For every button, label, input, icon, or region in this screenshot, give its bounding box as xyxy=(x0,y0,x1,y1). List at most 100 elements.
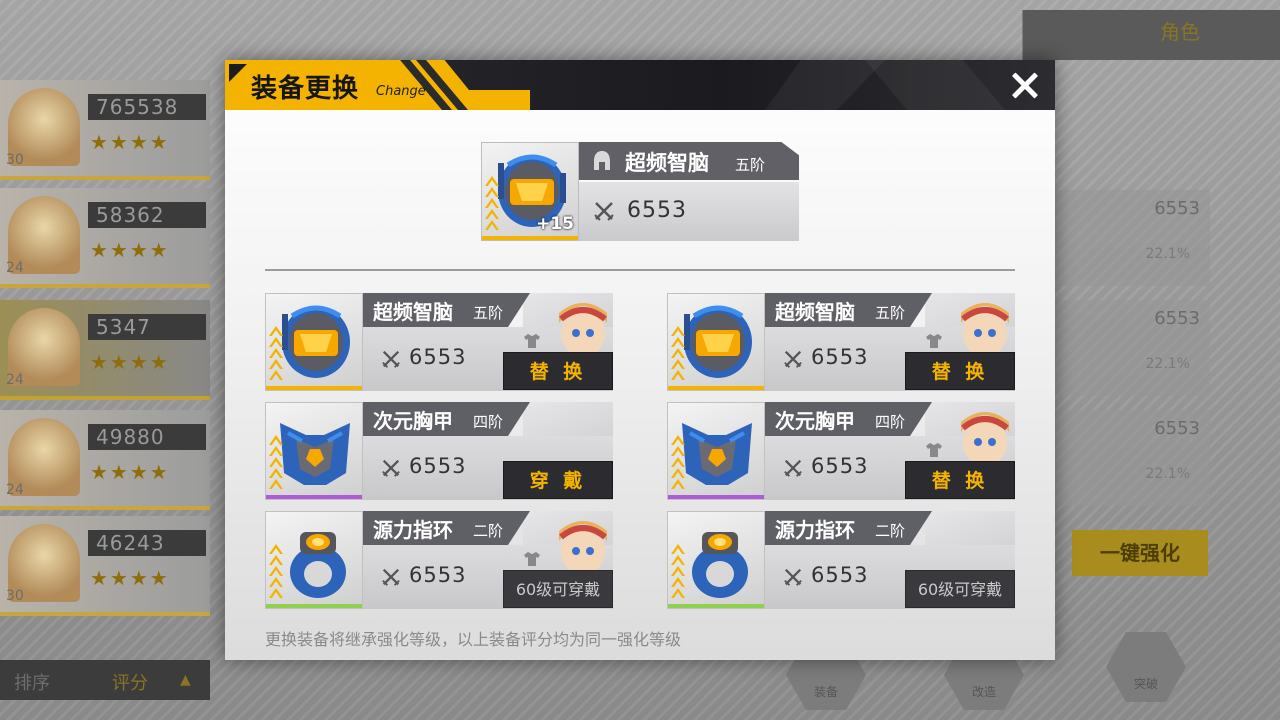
equipment-card: 源力指环 二阶 6553 60级可穿戴 xyxy=(265,511,613,609)
character-portrait xyxy=(947,293,1015,355)
roster-level: 24 xyxy=(6,260,24,276)
rarity-bar xyxy=(668,604,764,608)
roster-stars: ★★★★ xyxy=(90,350,170,374)
bg-stat-value: 6553 xyxy=(1154,418,1200,439)
equipment-icon-box xyxy=(667,293,765,391)
rarity-bar xyxy=(668,386,764,390)
equipment-icon-box xyxy=(265,293,363,391)
replace-button[interactable]: 替 换 xyxy=(503,352,613,390)
roster-power: 49880 xyxy=(88,424,206,450)
equipment-card: 超频智脑 五阶 6553 替 换 xyxy=(667,293,1015,391)
sort-arrow-icon: ▲ xyxy=(180,672,191,688)
equip-button[interactable]: 穿 戴 xyxy=(503,461,613,499)
equipment-name: 次元胸甲 xyxy=(775,409,855,433)
equipment-card: 次元胸甲 四阶 6553 替 换 xyxy=(667,402,1015,500)
sort-bar: 排序 评分 ▲ xyxy=(0,660,210,700)
roster-card: 765538 ★★★★ 30 xyxy=(0,80,210,180)
crossed-swords-icon xyxy=(784,459,802,477)
section-divider xyxy=(265,269,1015,271)
enhance-level-badge: +15 xyxy=(536,214,574,234)
rank-chevrons xyxy=(671,544,685,598)
title-corner-decoration xyxy=(229,64,247,82)
sort-label: 排序 xyxy=(14,673,50,694)
crossed-swords-icon xyxy=(382,350,400,368)
equipment-card: 次元胸甲 四阶 6553 穿 戴 xyxy=(265,402,613,500)
roster-level: 24 xyxy=(6,372,24,388)
bg-hex-label: 改造 xyxy=(971,685,996,699)
replace-button[interactable]: 替 换 xyxy=(905,461,1015,499)
equipment-name: 次元胸甲 xyxy=(373,409,453,433)
bg-stat-pct: 22.1% xyxy=(1145,466,1190,482)
equipment-tier: 五阶 xyxy=(875,304,906,322)
roster-stars: ★★★★ xyxy=(90,238,170,262)
rank-chevrons xyxy=(485,176,499,230)
role-tab-label: 角色 xyxy=(1160,20,1200,44)
equipment-card: 源力指环 二阶 6553 60级可穿戴 xyxy=(667,511,1015,609)
equipment-tier: 四阶 xyxy=(875,413,906,431)
equipment-card: 超频智脑 五阶 6553 替 换 xyxy=(265,293,613,391)
roster-card-selected: 5347 ★★★★ 24 xyxy=(0,300,210,400)
close-button[interactable] xyxy=(1005,66,1045,106)
crossed-swords-icon xyxy=(382,459,400,477)
equipment-name: 源力指环 xyxy=(775,518,855,542)
bg-stat-value: 6553 xyxy=(1154,198,1200,219)
current-equipment: +15 超频智脑 五阶 6553 xyxy=(481,142,799,241)
equipment-title-bar: 次元胸甲 四阶 xyxy=(363,402,613,436)
equipment-name: 超频智脑 xyxy=(373,300,453,324)
equipment-icon-box xyxy=(667,402,765,500)
roster-power: 46243 xyxy=(88,530,206,556)
equipment-power: 6553 xyxy=(409,345,467,369)
helmet-slot-icon xyxy=(594,151,610,170)
sort-value: 评分 xyxy=(112,673,148,694)
roster-power: 765538 xyxy=(88,94,206,120)
equipped-shirt-icon xyxy=(523,551,541,567)
character-portrait xyxy=(947,402,1015,464)
equipment-tier: 二阶 xyxy=(473,522,504,540)
crossed-swords-icon xyxy=(784,350,802,368)
current-equipment-tier: 五阶 xyxy=(735,156,766,174)
current-equipment-icon-box: +15 xyxy=(481,142,579,241)
dialog-header: 装备更换 Change xyxy=(225,60,1055,110)
equipment-power: 6553 xyxy=(811,454,869,478)
rank-chevrons xyxy=(671,326,685,380)
rarity-bar xyxy=(482,236,578,240)
crossed-swords-icon xyxy=(784,568,802,586)
equipment-power: 6553 xyxy=(811,563,869,587)
roster-level: 30 xyxy=(6,588,24,604)
equipment-name: 源力指环 xyxy=(373,518,453,542)
equipment-tier: 二阶 xyxy=(875,522,906,540)
bg-stat-value: 6553 xyxy=(1154,308,1200,329)
equipment-icon-box xyxy=(667,511,765,609)
equipment-icon-box xyxy=(265,402,363,500)
roster-stars: ★★★★ xyxy=(90,460,170,484)
current-equipment-power: 6553 xyxy=(627,198,687,223)
rank-chevrons xyxy=(269,544,283,598)
character-portrait xyxy=(545,293,613,355)
character-portrait xyxy=(545,511,613,573)
equipment-title-bar: 源力指环 二阶 xyxy=(765,511,1015,545)
replace-button[interactable]: 替 换 xyxy=(905,352,1015,390)
rank-chevrons xyxy=(269,326,283,380)
current-equipment-name-bar: 超频智脑 五阶 xyxy=(579,142,799,180)
equipment-power: 6553 xyxy=(409,454,467,478)
roster-level: 30 xyxy=(6,152,24,168)
rarity-bar xyxy=(266,604,362,608)
equipment-change-dialog: 装备更换 Change +15 超频智脑 五阶 6553 超频智脑 五阶 655… xyxy=(225,60,1055,660)
bg-stat-pct: 22.1% xyxy=(1145,356,1190,372)
equipment-power: 6553 xyxy=(409,563,467,587)
rank-chevrons xyxy=(671,435,685,489)
equipment-tier: 五阶 xyxy=(473,304,504,322)
rank-chevrons xyxy=(269,435,283,489)
equipment-icon-box xyxy=(265,511,363,609)
roster-card: 46243 ★★★★ 30 xyxy=(0,516,210,616)
one-click-enhance-button: 一键强化 xyxy=(1072,530,1208,576)
bg-hex-button: 突破 xyxy=(1106,632,1186,702)
header-decoration xyxy=(765,60,885,110)
dialog-subtitle: Change xyxy=(376,84,426,99)
roster-level: 24 xyxy=(6,482,24,498)
rarity-bar xyxy=(668,495,764,499)
level-requirement-label: 60级可穿戴 xyxy=(905,570,1015,608)
rarity-bar xyxy=(266,495,362,499)
current-equipment-name: 超频智脑 xyxy=(625,151,709,175)
dialog-title: 装备更换 xyxy=(251,74,360,104)
